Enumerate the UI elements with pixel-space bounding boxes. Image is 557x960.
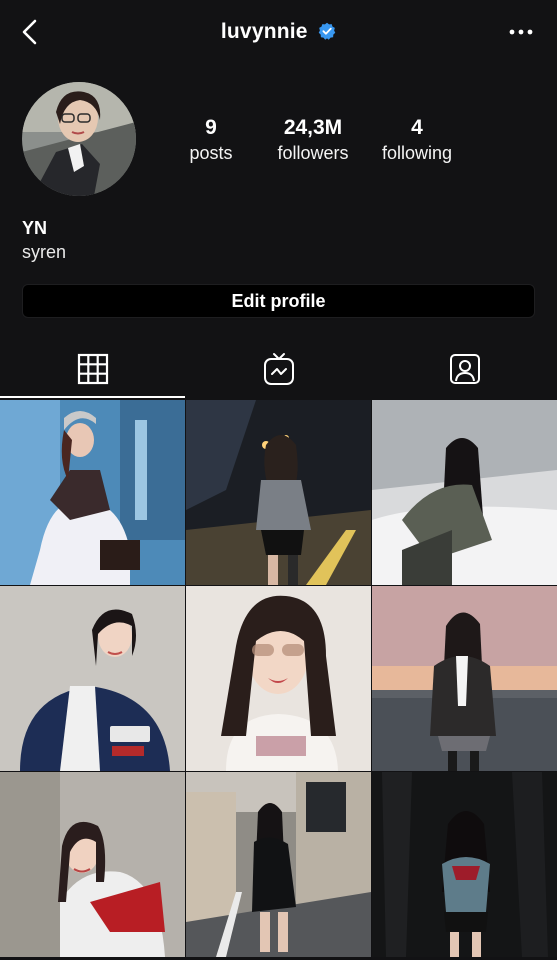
tab-posts-grid[interactable] — [0, 340, 185, 398]
more-options-button[interactable] — [507, 22, 535, 42]
grid-icon — [77, 353, 108, 385]
followers-label: followers — [277, 143, 349, 163]
posts-count: 9 — [205, 116, 217, 139]
header-title: luvynnie — [0, 20, 557, 46]
top-bar: luvynnie — [0, 0, 557, 64]
tagged-icon — [449, 354, 480, 384]
verified-badge-icon — [318, 22, 336, 40]
followers-count: 24,3M — [283, 116, 343, 139]
following-count: 4 — [411, 116, 423, 139]
post-thumbnail[interactable] — [0, 586, 185, 771]
tab-tagged[interactable] — [372, 340, 557, 398]
posts-grid — [0, 400, 557, 960]
igtv-icon — [263, 353, 294, 385]
profile-tabs — [0, 340, 557, 398]
following-count-stat[interactable]: 4 following — [362, 116, 472, 166]
more-horizontal-icon — [509, 29, 533, 35]
profile-avatar[interactable] — [22, 82, 136, 196]
post-thumbnail[interactable] — [372, 400, 557, 585]
post-thumbnail[interactable] — [186, 586, 371, 771]
post-thumbnail[interactable] — [372, 586, 557, 771]
edit-profile-button[interactable]: Edit profile — [22, 284, 535, 318]
profile-name: YN — [22, 218, 48, 238]
active-tab-indicator — [0, 396, 185, 398]
post-thumbnail[interactable] — [372, 772, 557, 957]
post-thumbnail[interactable] — [0, 400, 185, 585]
post-thumbnail[interactable] — [186, 772, 371, 957]
followers-count-stat[interactable]: 24,3M followers — [258, 116, 368, 166]
post-thumbnail[interactable] — [186, 400, 371, 585]
tab-igtv[interactable] — [186, 340, 371, 398]
posts-count-stat[interactable]: 9 posts — [156, 116, 266, 166]
post-thumbnail[interactable] — [0, 772, 185, 957]
username-title: luvynnie — [220, 20, 308, 43]
following-label: following — [381, 143, 453, 163]
posts-label: posts — [189, 143, 233, 163]
profile-bio: syren — [22, 242, 67, 262]
